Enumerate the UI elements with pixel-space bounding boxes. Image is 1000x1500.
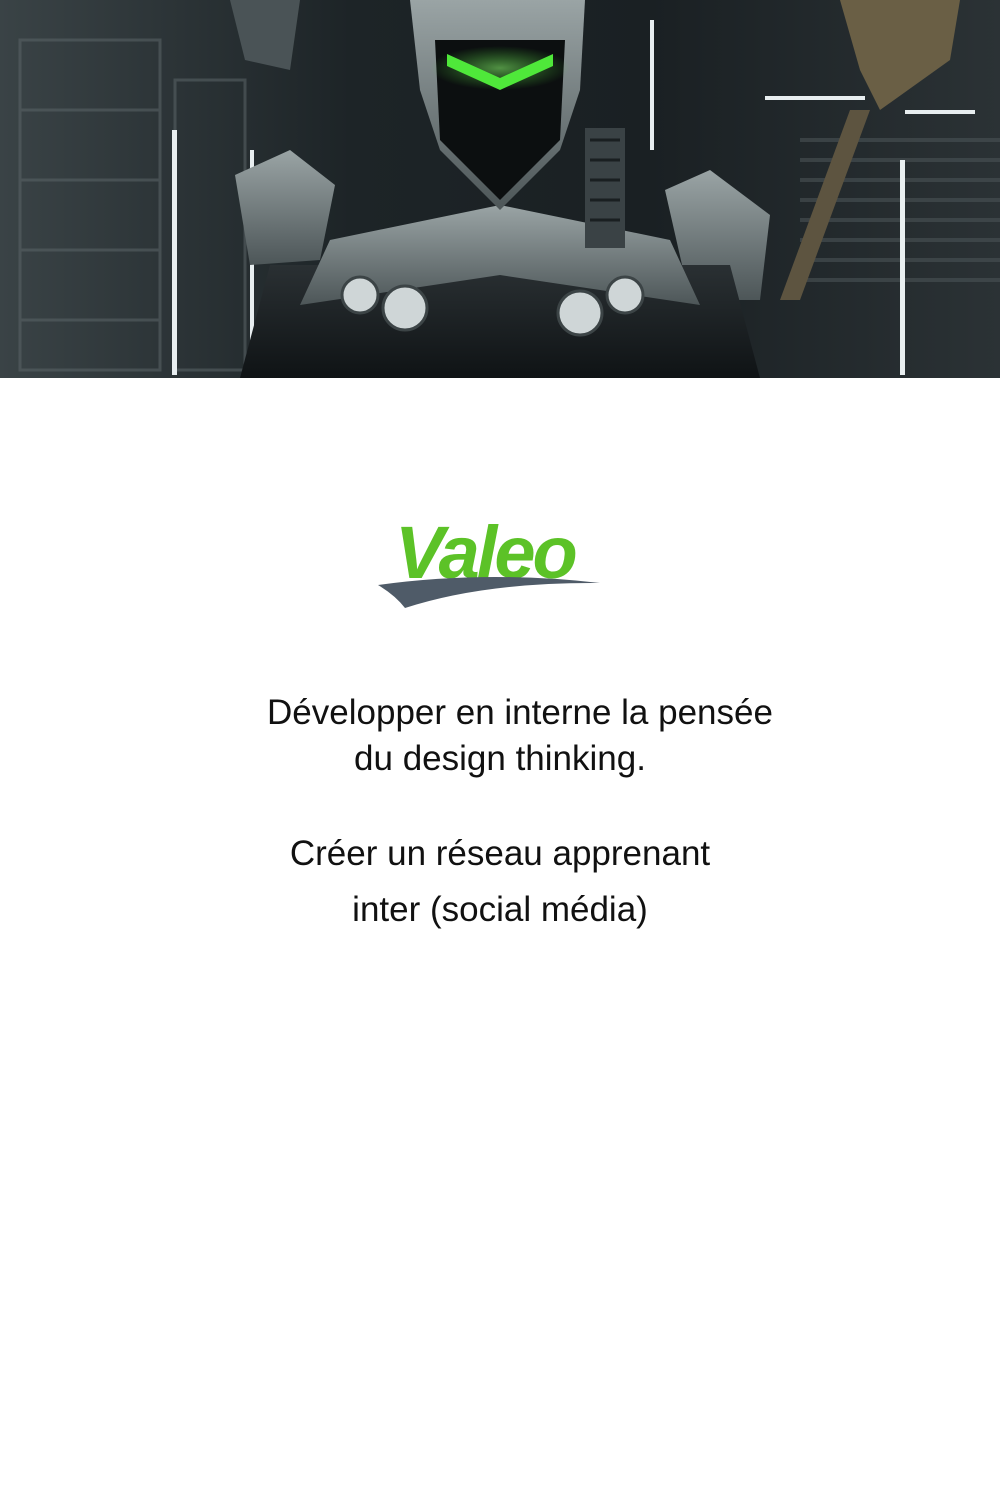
caption-design-thinking: Développer en interne la pensée du desig… (0, 690, 1000, 782)
caption-line-3: Créer un réseau apprenant (289, 834, 711, 873)
caption-line-1: Développer en interne la pensée (267, 693, 773, 732)
caption-learning-network: Créer un réseau apprenant inter (social … (0, 826, 1000, 938)
hero-image (0, 0, 1000, 378)
valeo-logo: Valeo (375, 500, 610, 620)
caption-line-2: du design thinking. (354, 739, 646, 778)
robot-illustration (0, 0, 1000, 378)
caption-line-4: inter (social média) (352, 890, 648, 929)
